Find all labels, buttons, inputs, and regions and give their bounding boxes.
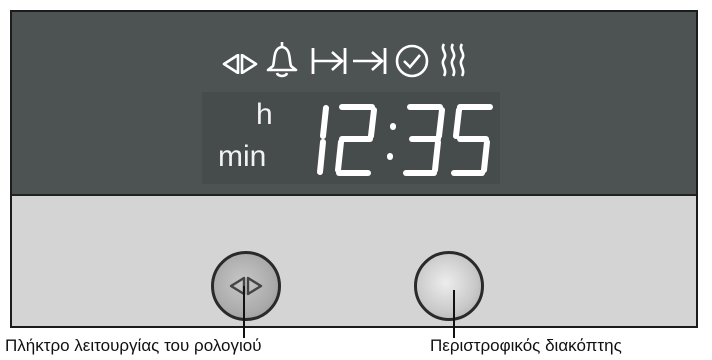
clock-function-arrows-icon [222, 54, 258, 74]
clock-button-caption: Πλήκτρο λειτουργίας του ρολογιού [5, 336, 262, 355]
rotary-knob-caption: Περιστροφικός διακόπτης [430, 336, 622, 355]
clock-function-button[interactable] [211, 251, 281, 321]
time-readout: 12:35 [304, 102, 494, 183]
leader-line-clock-button [243, 286, 245, 338]
button-strip [12, 196, 696, 326]
clock-function-arrows-icon [229, 276, 263, 296]
unit-hours-label: h [256, 98, 273, 131]
leader-line-rotary-knob [453, 290, 455, 338]
status-symbols [202, 38, 502, 90]
end-time-icon [353, 48, 387, 74]
cooking-time-icon [311, 48, 347, 74]
bell-icon [266, 42, 298, 78]
time-segments [317, 104, 493, 176]
oven-control-panel: h min 12:35 [10, 10, 698, 328]
clock-check-icon [395, 44, 429, 78]
unit-minutes-label: min [218, 140, 267, 173]
heating-icon [441, 43, 465, 77]
clock-display: h min 12:35 [12, 12, 696, 196]
rotary-knob[interactable] [414, 251, 484, 321]
